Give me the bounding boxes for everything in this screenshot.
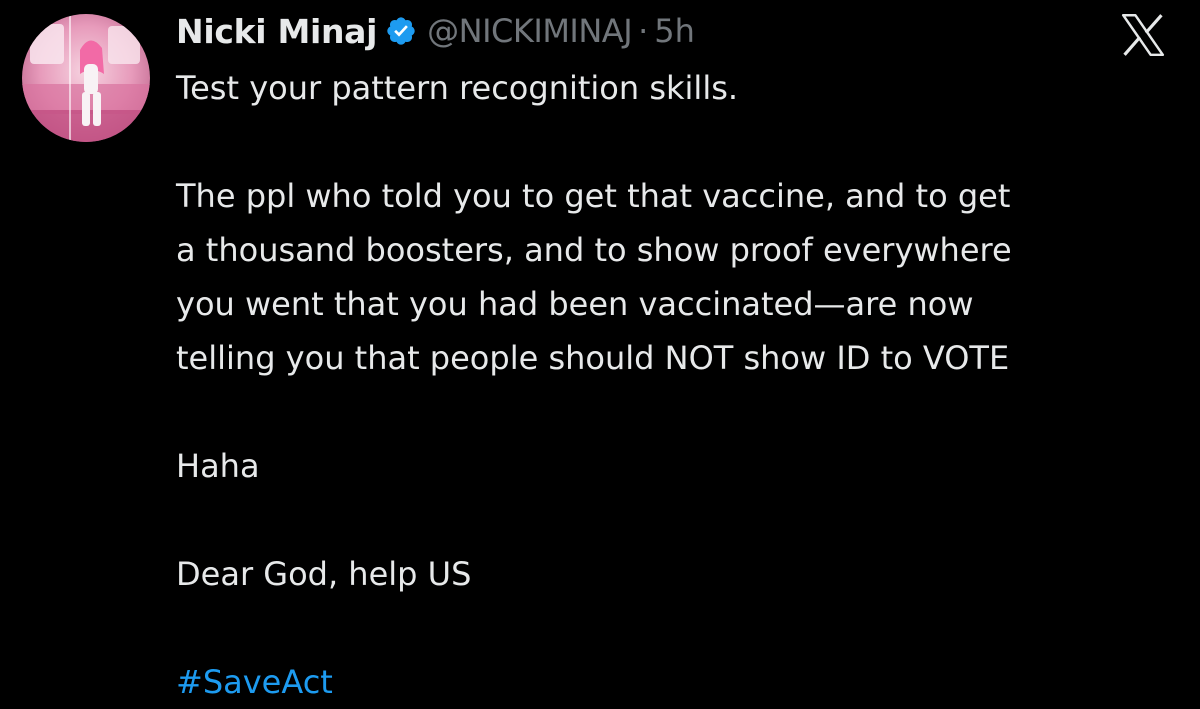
tweet-line-haha: Haha: [176, 447, 260, 485]
tweet-line: a thousand boosters, and to show proof e…: [176, 231, 1012, 269]
tweet-line: telling you that people should NOT show …: [176, 339, 1010, 377]
display-name[interactable]: Nicki Minaj: [176, 12, 377, 51]
tweet-line-prayer: Dear God, help US: [176, 555, 472, 593]
tweet-text: Test your pattern recognition skills. Th…: [176, 61, 1186, 709]
verified-badge-icon: [385, 15, 417, 47]
hashtag-link[interactable]: #SaveAct: [176, 663, 333, 701]
tweet-card: Nicki Minaj @NICKIMINAJ · 5h Test your p…: [0, 0, 1200, 701]
x-logo-icon[interactable]: [1116, 8, 1170, 62]
timestamp[interactable]: 5h: [654, 12, 695, 50]
tweet-paragraph: The ppl who told you to get that vaccine…: [176, 169, 1186, 385]
tweet-header: Nicki Minaj @NICKIMINAJ · 5h: [176, 8, 695, 54]
separator-dot: ·: [638, 12, 649, 50]
tweet-line: The ppl who told you to get that vaccine…: [176, 177, 1011, 215]
avatar[interactable]: [22, 14, 150, 142]
hashtag-paragraph: #SaveAct: [176, 655, 1186, 709]
avatar-image: [22, 14, 150, 142]
tweet-line: you went that you had been vaccinated—ar…: [176, 285, 974, 323]
tweet-line-intro: Test your pattern recognition skills.: [176, 69, 739, 107]
user-handle[interactable]: @NICKIMINAJ: [427, 12, 632, 50]
